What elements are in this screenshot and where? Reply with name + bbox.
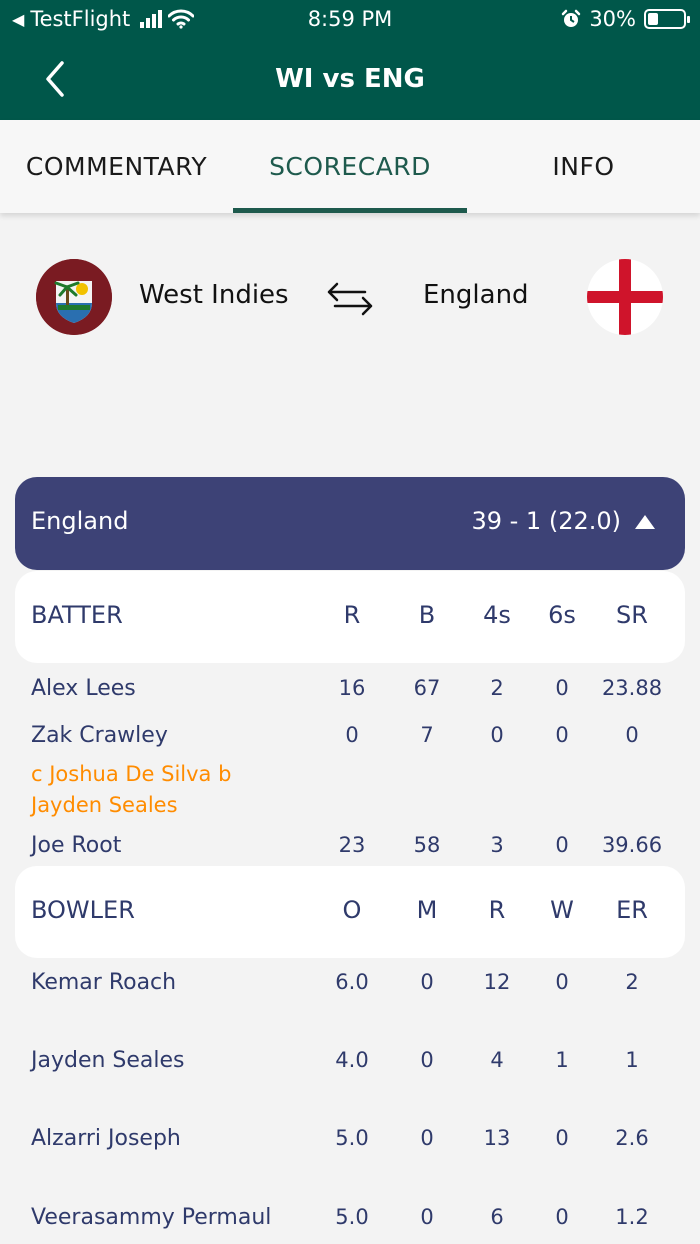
bowler-wickets: 0 [555, 1126, 569, 1150]
bat-col-balls: B [418, 601, 436, 629]
batter-name: Zak Crawley [31, 723, 168, 748]
bowl-col-overs: O [342, 896, 362, 924]
batter-runs: 16 [338, 676, 366, 700]
bowl-col-economy: ER [616, 896, 648, 924]
batter-balls: 58 [413, 833, 441, 857]
batter-name: Alex Lees [31, 676, 136, 701]
batter-sixes: 0 [555, 833, 569, 857]
swap-teams-button[interactable] [325, 280, 375, 322]
bowler-name: Alzarri Joseph [31, 1126, 181, 1151]
bowler-name: Kemar Roach [31, 970, 177, 995]
batting-header: BATTER R B 4s 6s SR [15, 571, 685, 663]
bowler-economy: 1 [625, 1048, 639, 1072]
west-indies-crest-icon [36, 259, 112, 335]
home-team-name: West Indies [139, 280, 289, 310]
bowler-overs: 4.0 [335, 1048, 369, 1072]
batter-balls: 67 [413, 676, 441, 700]
battery-percent: 30% [589, 7, 636, 31]
bowler-economy: 1.2 [615, 1205, 649, 1229]
bowler-name: Veerasammy Permaul [31, 1205, 272, 1230]
tab-scorecard[interactable]: SCORECARD [233, 120, 467, 213]
bat-col-strike-rate: SR [616, 601, 648, 629]
bowl-col-maidens: M [416, 896, 438, 924]
bowler-maidens: 0 [420, 1205, 434, 1229]
tab-active-indicator [233, 208, 467, 213]
england-flag [587, 259, 663, 335]
status-bar: ◀ TestFlight 8:59 PM 30% [0, 0, 700, 40]
innings-score: 39 - 1 (22.0) [471, 507, 621, 535]
bowler-wickets: 0 [555, 970, 569, 994]
bowler-overs: 5.0 [335, 1126, 369, 1150]
collapse-caret-icon[interactable] [635, 515, 655, 529]
tab-bar: COMMENTARY SCORECARD INFO [0, 120, 700, 213]
bat-col-runs: R [343, 601, 361, 629]
bowler-name: Jayden Seales [31, 1048, 185, 1073]
alarm-icon [562, 9, 581, 27]
bowler-maidens: 0 [420, 1126, 434, 1150]
swap-arrows-icon [327, 282, 373, 316]
batter-balls: 7 [420, 723, 434, 747]
bowler-heading: BOWLER [31, 896, 135, 924]
bowler-wickets: 1 [555, 1048, 569, 1072]
nav-bar: WI vs ENG [0, 40, 700, 120]
bowler-overs: 6.0 [335, 970, 369, 994]
batter-name: Joe Root [31, 833, 122, 858]
batter-strike-rate: 39.66 [601, 833, 663, 857]
england-flag-icon [587, 259, 663, 335]
tab-info[interactable]: INFO [467, 120, 700, 213]
batter-sixes: 0 [555, 676, 569, 700]
bowler-economy: 2.6 [615, 1126, 649, 1150]
batter-heading: BATTER [31, 601, 123, 629]
teams-header: West Indies England [0, 250, 700, 345]
bowl-col-wickets: W [550, 896, 574, 924]
batter-sixes: 0 [555, 723, 569, 747]
bat-col-sixes: 6s [548, 601, 576, 629]
west-indies-logo [36, 259, 112, 335]
status-right: 30% [561, 7, 690, 31]
tab-commentary[interactable]: COMMENTARY [0, 120, 233, 213]
away-team-name: England [423, 280, 529, 310]
bowler-maidens: 0 [420, 970, 434, 994]
batter-strike-rate: 23.88 [601, 676, 663, 700]
batter-runs: 0 [345, 723, 359, 747]
bowler-economy: 2 [625, 970, 639, 994]
bowler-wickets: 0 [555, 1205, 569, 1229]
batter-strike-rate: 0 [625, 723, 639, 747]
batter-runs: 23 [338, 833, 366, 857]
tab-scorecard-label: SCORECARD [269, 152, 431, 181]
bowler-maidens: 0 [420, 1048, 434, 1072]
bowling-header: BOWLER O M R W ER [15, 866, 685, 958]
battery-level [648, 13, 658, 25]
dismissal-text: c Joshua De Silva b Jayden Seales [31, 762, 232, 817]
bowler-overs: 5.0 [335, 1205, 369, 1229]
battery-icon [644, 9, 690, 29]
innings-team: England [31, 507, 129, 535]
page-title: WI vs ENG [275, 64, 425, 94]
innings-header[interactable]: England 39 - 1 (22.0) [15, 477, 685, 570]
